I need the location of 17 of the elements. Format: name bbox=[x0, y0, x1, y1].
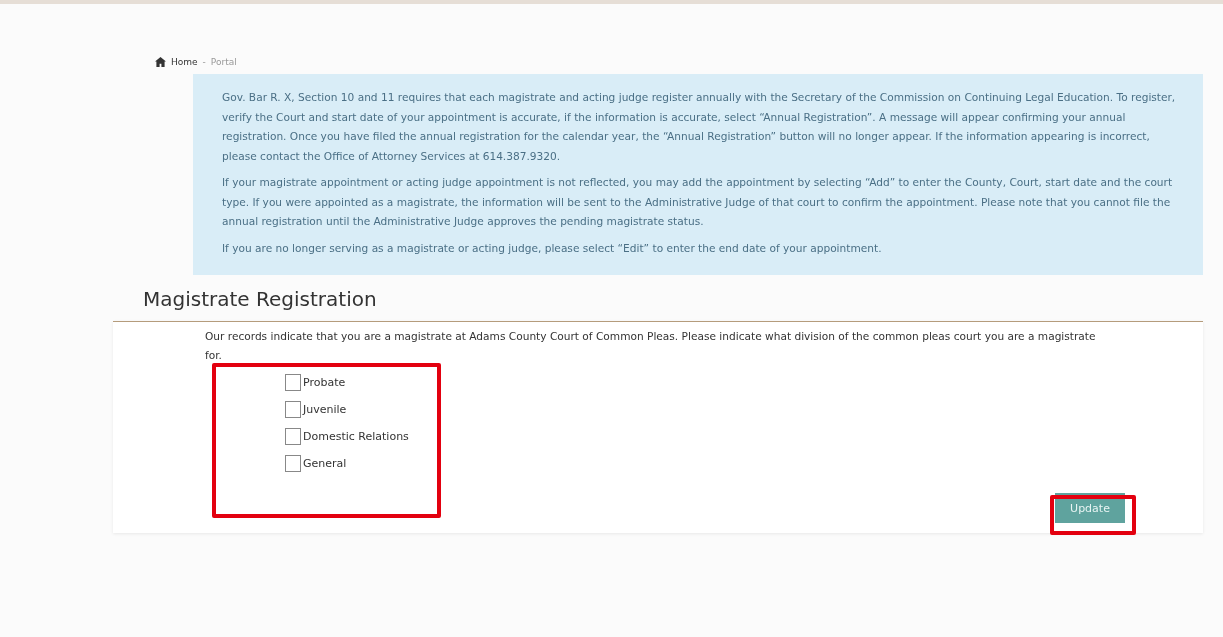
breadcrumb-separator: - bbox=[202, 57, 206, 67]
breadcrumb-current: Portal bbox=[210, 57, 237, 67]
info-paragraph: If your magistrate appointment or acting judge appointment is not reflected, you may add the appointment by selecting “Add” to enter the County, Court, start date and the court type. If you were appointed as a magistrate, the information will be sent to the Administrative Judge of that court to confirm the appointment. Please note that you cannot file the annual registration until the Administrative Judge approves the pending magistrate status. bbox=[222, 175, 1174, 229]
checkbox-label: Probate bbox=[303, 376, 346, 389]
checkbox-label: General bbox=[303, 457, 347, 470]
info-paragraph: Gov. Bar R. X, Section 10 and 11 requires that each magistrate and acting judge register annually with the Secretary of the Commission on Continuing Legal Education. To register, verify the Court and start date of your appointment is accurate, if the information is accurate, select “Annual Registration”. A message will appear confirming your annual registration. Once you have filed the annual registration for the calendar year, the “Annual Registration” button will no longer appear. If the information appearing is incorrect, please contact the Office of Attorney Services at 614.387.9320. bbox=[222, 90, 1177, 164]
checkbox-label: Juvenile bbox=[303, 403, 347, 416]
checkbox-label: Domestic Relations bbox=[303, 430, 409, 443]
home-icon bbox=[155, 57, 166, 67]
checkbox[interactable] bbox=[285, 428, 301, 445]
breadcrumb-link[interactable]: Home bbox=[171, 57, 198, 67]
checkbox[interactable] bbox=[285, 455, 301, 472]
checkbox[interactable] bbox=[285, 374, 301, 391]
info-paragraph: If you are no longer serving as a magistrate or acting judge, please select “Edit” to enter the end date of your appointment. bbox=[222, 240, 883, 256]
checkbox[interactable] bbox=[285, 401, 301, 418]
page-heading: Magistrate Registration bbox=[143, 287, 378, 313]
intro-text: Our records indicate that you are a magistrate at Adams County Court of Common Pleas. Please indicate what division of the common pleas court you are a magistrate for. bbox=[205, 329, 1097, 363]
